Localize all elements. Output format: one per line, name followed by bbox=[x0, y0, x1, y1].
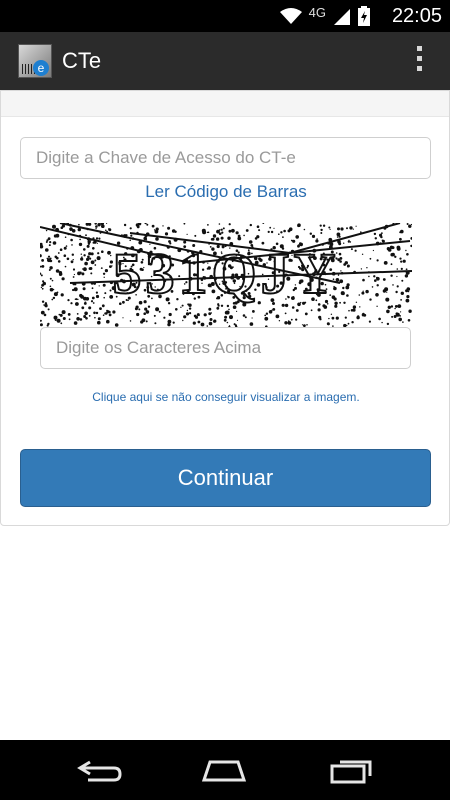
form-card: Digite a Chave de Acesso do CT-e Ler Cód… bbox=[0, 90, 450, 526]
captcha-placeholder: Digite os Caracteres Acima bbox=[56, 338, 262, 357]
recent-apps-icon[interactable] bbox=[326, 756, 374, 784]
captcha-graphic: 531QJY bbox=[40, 223, 412, 327]
network-type-label: 4G bbox=[308, 4, 326, 20]
status-bar: 4G 22:05 bbox=[0, 0, 450, 32]
captcha-refresh-link[interactable]: Clique aqui se não conseguir visualizar … bbox=[1, 390, 450, 404]
access-key-input[interactable]: Digite a Chave de Acesso do CT-e bbox=[20, 137, 431, 179]
battery-icon bbox=[358, 6, 370, 26]
app-icon-letter: e bbox=[33, 60, 49, 76]
status-time: 22:05 bbox=[391, 5, 442, 27]
read-barcode-link[interactable]: Ler Código de Barras bbox=[1, 182, 450, 202]
back-icon[interactable] bbox=[76, 756, 124, 784]
wifi-icon bbox=[279, 8, 302, 24]
overflow-menu-icon[interactable] bbox=[414, 46, 424, 76]
app-title: CTe bbox=[62, 48, 102, 73]
card-header bbox=[1, 91, 449, 117]
signal-icon bbox=[334, 9, 350, 25]
status-icons: 4G bbox=[279, 4, 370, 26]
captcha-image: 531QJY bbox=[40, 223, 412, 327]
captcha-text: 531QJY bbox=[113, 241, 340, 306]
captcha-input[interactable]: Digite os Caracteres Acima bbox=[40, 327, 411, 369]
access-key-placeholder: Digite a Chave de Acesso do CT-e bbox=[36, 148, 296, 167]
navigation-bar bbox=[0, 740, 450, 800]
home-icon[interactable] bbox=[200, 756, 248, 784]
action-bar: e CTe bbox=[0, 32, 450, 90]
continue-button[interactable]: Continuar bbox=[20, 449, 431, 507]
app-icon[interactable]: e bbox=[18, 44, 52, 78]
